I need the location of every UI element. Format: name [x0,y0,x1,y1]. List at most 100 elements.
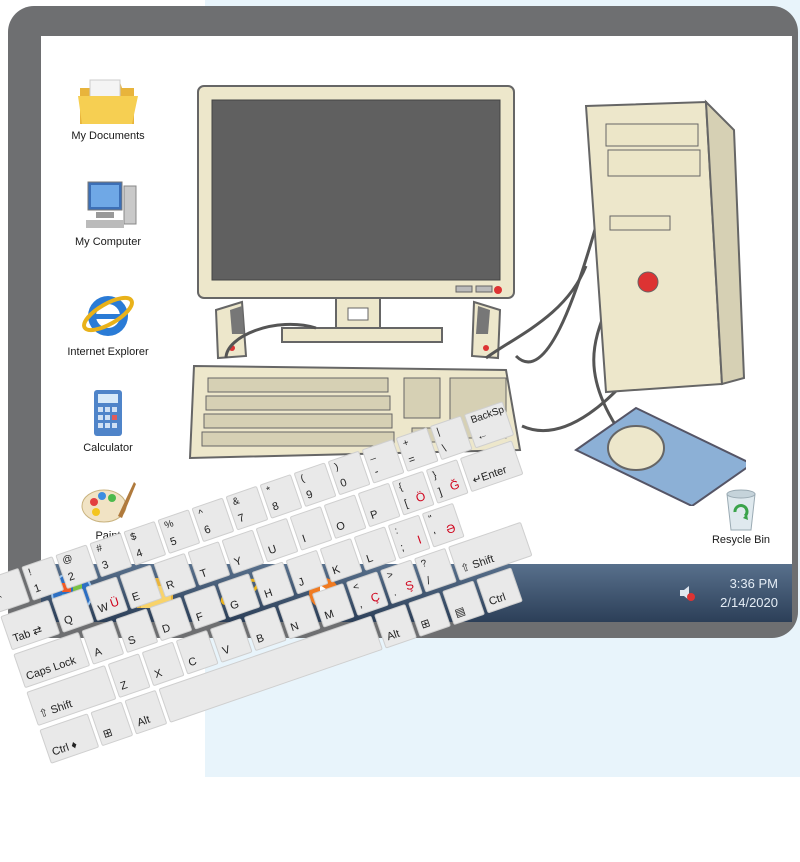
key-label: I [300,533,308,546]
key-shift-label: ^ [197,507,206,520]
key-label: . [391,586,398,599]
key-label: L [364,552,375,566]
key-shift-label: $ [129,531,138,544]
key-shift-label: < [351,581,361,594]
key-label: Y [232,555,244,569]
key-label: , [357,598,364,611]
key-label: \ [440,442,448,455]
key-label: Alt [135,713,152,730]
key-label: ⇧ Shift [459,552,496,576]
key-shift-label: > [385,569,395,582]
key-label: J [296,575,306,590]
key-label: T [198,567,209,581]
key-label: 4 [134,546,145,561]
key-shift-label: : [393,525,400,537]
calculator-icon [94,390,122,436]
desktop-icon-my-computer[interactable]: My Computer [53,176,163,248]
key-label: 0 [338,476,349,490]
key-label: G [228,598,241,613]
key-label: ` [0,594,6,608]
key-label: [ [402,497,410,511]
key-label: Ctrl ♦ [50,738,79,759]
internet-explorer-icon [82,295,134,336]
clock-time: 3:36 PM [729,576,778,591]
key-azerbaijani-letter: I [415,532,424,547]
key-label: ← [475,428,490,444]
desktop-icon-my-documents[interactable]: My Documents [53,76,163,142]
key-label: F [194,610,205,625]
key-shift-label: * [265,484,273,497]
key-label: Z [118,679,130,693]
key-label: A [92,645,104,660]
key-label: K [330,563,342,578]
desktop-icon-label: My Computer [74,236,142,248]
paint-icon [81,482,136,523]
key-label: Tab ⇄ [11,623,44,646]
key-azerbaijani-letter: Ü [108,594,121,611]
key-azerbaijani-letter: Ğ [447,477,462,494]
key-shift-label: @ [61,553,75,567]
key-label: R [164,578,177,593]
key-shift-label: ~ [0,577,3,591]
key-label: 6 [202,523,213,537]
key-label: 9 [304,488,315,502]
key-label: ⊞ [419,617,432,632]
key-shift-label: & [231,495,242,509]
computer-icon [86,181,137,228]
key-label: O [334,519,347,534]
key-label: / [425,574,433,588]
key-label: Q [62,613,75,628]
key-label: ⊞ [101,726,115,741]
desktop-icon-calculator[interactable]: Calculator [53,388,163,454]
key-shift-label: # [95,542,104,556]
key-label: W [96,600,111,616]
key-label: Ctrl [487,591,508,609]
key-shift-label: " [427,513,435,526]
key-label: ↵Enter [471,463,509,487]
key-label: 7 [236,511,247,526]
key-label: 1 [32,582,43,596]
key-shift-label: | [435,426,442,438]
desktop-icon-label: Resycle Bin [711,534,771,546]
key-label: ] [436,486,444,499]
key-azerbaijani-letter: Ç [368,589,382,606]
key-label: S [126,633,138,648]
desktop-icon-label: Internet Explorer [67,346,149,358]
key-shift-label: + [401,437,411,450]
key-label: D [160,622,173,636]
tower-illustration [584,99,746,394]
desktop-icon-internet-explorer[interactable]: Internet Explorer [53,284,163,358]
key-label: 8 [270,500,281,514]
key-shift-label: } [431,470,439,482]
keyboard-key[interactable]: Ctrl [476,567,523,614]
key-label: = [406,453,417,467]
key-shift-label: ! [26,567,34,579]
desktop-icon-label: Calculator [83,442,133,454]
key-shift-label: ( [299,473,307,485]
key-label: ; [398,541,406,554]
taskbar-clock[interactable]: 3:36 PM 2/14/2020 [720,574,778,612]
clock-date: 2/14/2020 [720,595,778,610]
key-label: P [368,508,380,522]
key-shift-label: % [163,518,176,532]
key-shift-label: _ [367,449,377,462]
folder-icon [78,79,138,124]
key-shift-label: { [397,481,405,494]
key-label: H [262,586,275,601]
key-label: N [289,620,301,635]
key-label: X [152,667,164,681]
key-label: Alt [385,627,402,644]
key-azerbaijani-letter: Ş [403,577,416,594]
key-shift-label: ) [333,461,341,473]
key-label: 3 [100,558,111,573]
key-label: ' [432,530,439,543]
key-shift-label: ? [419,557,429,571]
speaker-volume-icon[interactable] [678,584,696,602]
key-label: V [220,643,232,658]
key-azerbaijani-letter: Ö [413,488,428,506]
key-azerbaijani-letter: Ə [444,520,458,538]
key-label: M [323,608,336,623]
key-label: ⇧ Shift [37,698,74,721]
key-label: - [372,465,381,479]
desktop-icon-label: My Documents [71,130,145,142]
